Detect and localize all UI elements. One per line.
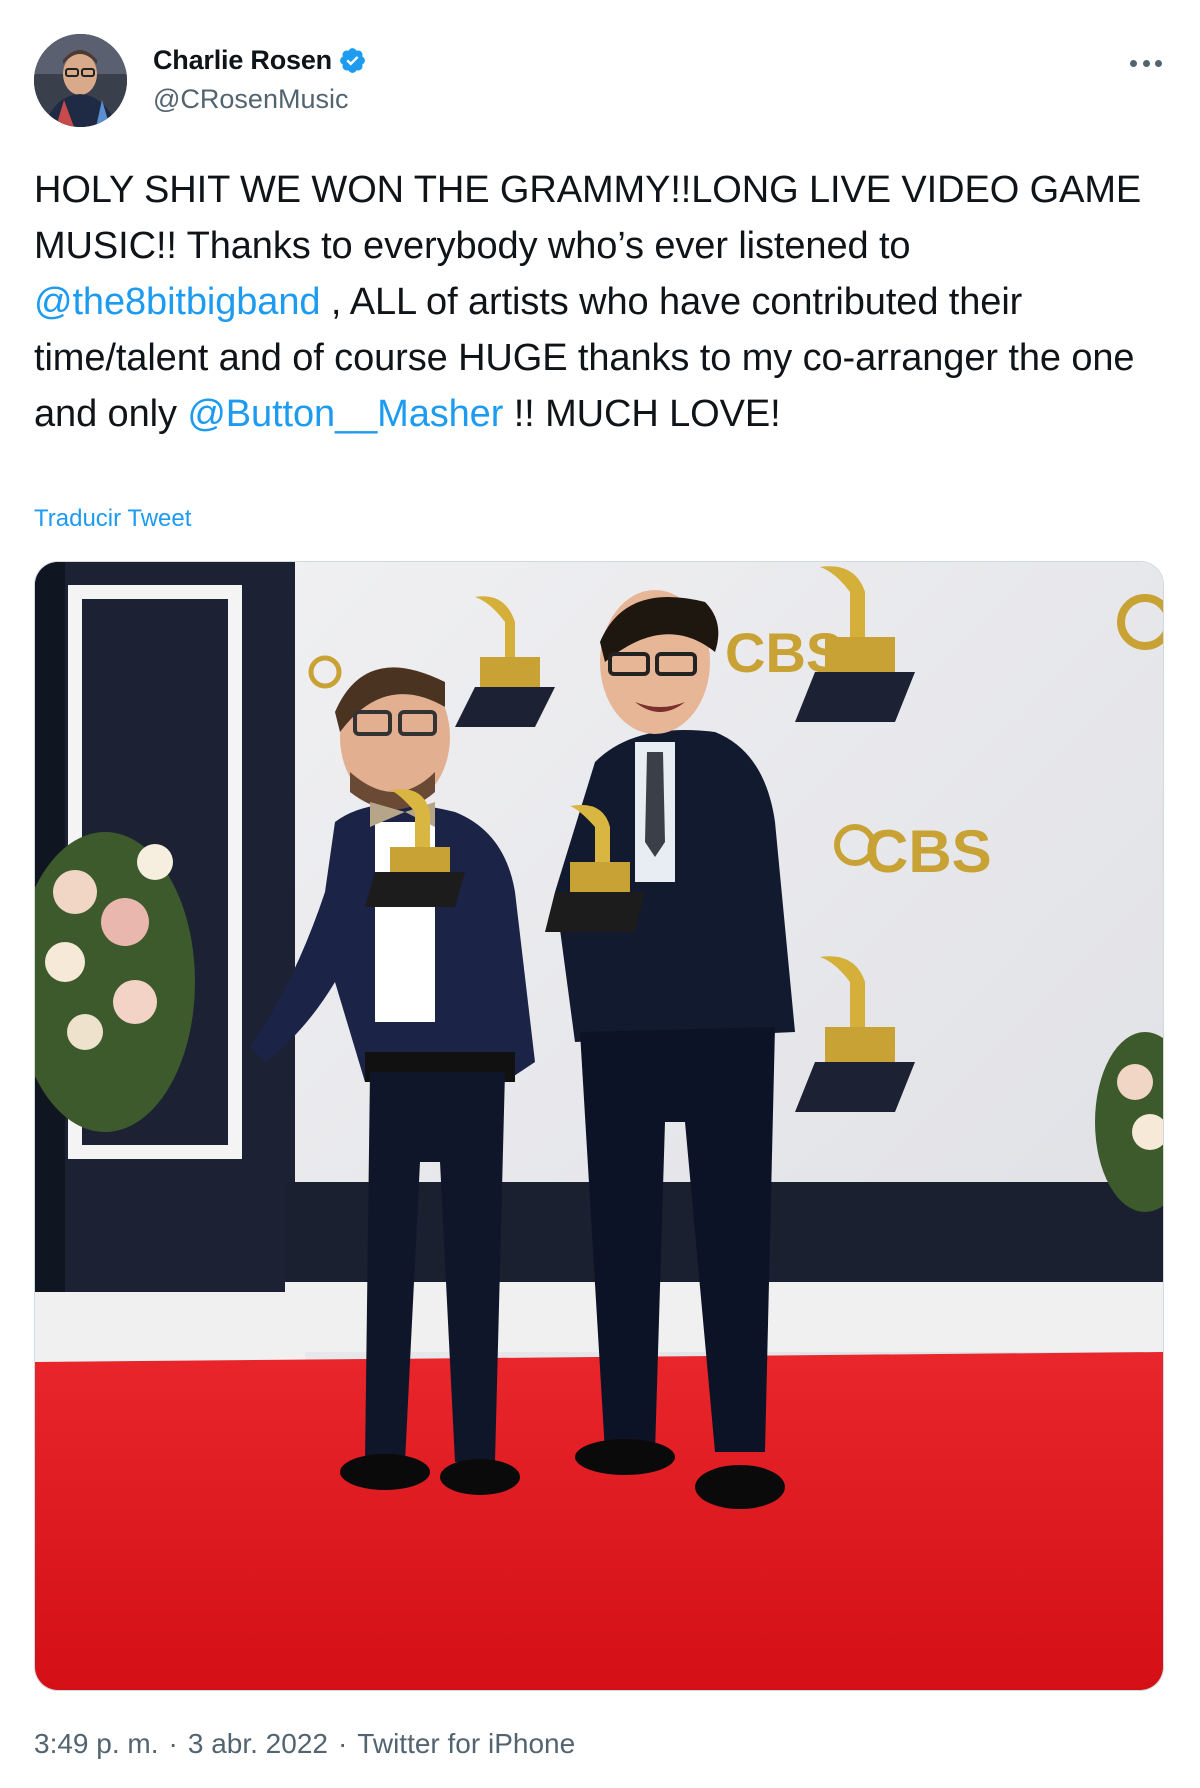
mention-link[interactable]: @the8bitbigband xyxy=(34,281,321,323)
author-info: Charlie Rosen @CRosenMusic xyxy=(153,42,367,115)
verified-badge-icon xyxy=(338,46,367,75)
translate-tweet-link[interactable]: Traducir Tweet xyxy=(34,505,191,533)
more-options-icon[interactable] xyxy=(1126,48,1166,78)
meta-separator: · xyxy=(168,1728,178,1759)
tweet-meta: 3:49 p. m. · 3 abr. 2022 · Twitter for i… xyxy=(34,1728,575,1760)
tweet-date[interactable]: 3 abr. 2022 xyxy=(188,1728,328,1760)
tweet-card: Charlie Rosen @CRosenMusic HOLY SHIT WE … xyxy=(0,0,1200,1788)
author-handle[interactable]: @CRosenMusic xyxy=(153,84,367,115)
tweet-photo[interactable]: CBS CBS xyxy=(34,561,1164,1691)
tweet-time[interactable]: 3:49 p. m. xyxy=(34,1728,159,1760)
meta-separator: · xyxy=(337,1728,348,1759)
photo-illustration: CBS CBS xyxy=(35,562,1163,1690)
tweet-source[interactable]: Twitter for iPhone xyxy=(357,1728,575,1760)
tweet-header: Charlie Rosen @CRosenMusic xyxy=(34,34,1166,130)
mention-link[interactable]: @Button__Masher xyxy=(187,393,503,435)
tweet-text-part: !! MUCH LOVE! xyxy=(503,393,781,435)
tweet-text-part: HOLY SHIT WE WON THE GRAMMY!!LONG LIVE V… xyxy=(34,169,1142,267)
author-name[interactable]: Charlie Rosen xyxy=(153,45,332,76)
tweet-text: HOLY SHIT WE WON THE GRAMMY!!LONG LIVE V… xyxy=(34,162,1174,442)
backdrop-logo-text: CBS xyxy=(865,818,992,885)
avatar[interactable] xyxy=(34,34,127,127)
